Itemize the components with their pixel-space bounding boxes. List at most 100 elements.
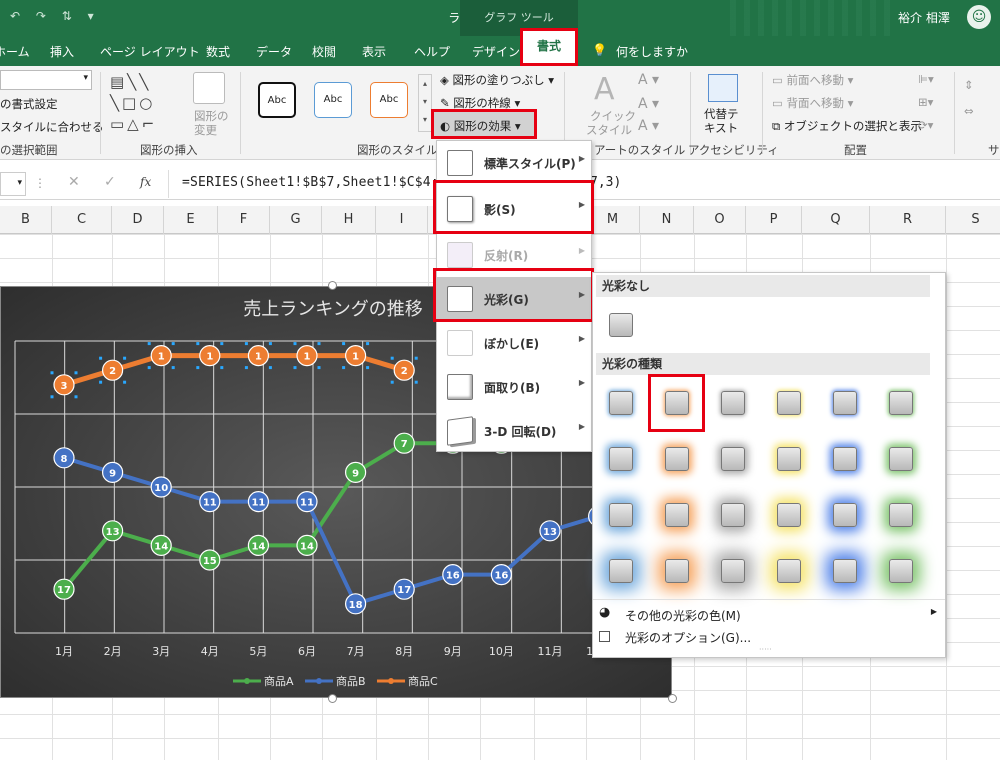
- col-header-p[interactable]: P: [746, 206, 802, 234]
- glow-options[interactable]: 光彩のオプション(G)...: [625, 629, 751, 646]
- shape-fill-button[interactable]: ◈ 図形の塗りつぶし ▾: [440, 72, 554, 88]
- glow-swatch[interactable]: [721, 503, 745, 527]
- chart-resize-handle-bottom[interactable]: [328, 694, 337, 703]
- selection-marker: [366, 342, 370, 346]
- col-header-m[interactable]: M: [586, 206, 640, 234]
- menu-item-3d-rotation[interactable]: 3-D 回転(D) ▶: [437, 409, 593, 453]
- selection-pane-button[interactable]: ⧉ オブジェクトの選択と表示: [772, 118, 922, 134]
- glow-swatch[interactable]: [889, 391, 913, 415]
- col-header-g[interactable]: G: [270, 206, 322, 234]
- col-header-e[interactable]: E: [164, 206, 218, 234]
- tab-design[interactable]: デザイン: [472, 43, 520, 60]
- glow-swatch[interactable]: [777, 503, 801, 527]
- name-box-dropdown[interactable]: ▾: [0, 172, 26, 196]
- chart-resize-handle-corner[interactable]: [668, 694, 677, 703]
- col-header-s[interactable]: S: [946, 206, 1000, 234]
- col-header-h[interactable]: H: [322, 206, 376, 234]
- chart-element-select[interactable]: ▾: [0, 70, 92, 90]
- menu-item-label: 面取り(B): [484, 381, 541, 395]
- edit-shape-icon[interactable]: [193, 72, 225, 104]
- tab-page-layout[interactable]: ページ レイアウト: [100, 43, 200, 60]
- glow-swatch[interactable]: [889, 503, 913, 527]
- glow-swatch[interactable]: [721, 559, 745, 583]
- glow-swatch[interactable]: [721, 447, 745, 471]
- glow-swatch[interactable]: [889, 447, 913, 471]
- col-header-f[interactable]: F: [218, 206, 270, 234]
- bring-forward-button[interactable]: ▭ 前面へ移動 ▾: [772, 72, 853, 88]
- enter-icon[interactable]: ✓: [104, 174, 116, 190]
- tab-format[interactable]: 書式: [520, 28, 578, 66]
- selection-marker: [74, 371, 78, 375]
- no-glow-swatch[interactable]: [609, 313, 633, 337]
- menu-item-bevel[interactable]: 面取り(B) ▶: [437, 365, 593, 409]
- glow-swatch[interactable]: [777, 391, 801, 415]
- text-fill-icon: A ▾: [638, 72, 660, 88]
- tab-formulas[interactable]: 数式: [206, 43, 230, 60]
- col-header-o[interactable]: O: [694, 206, 746, 234]
- style-gallery-scroll[interactable]: ▴ ▾ ▾: [418, 74, 432, 132]
- more-glow-colors[interactable]: その他の光彩の色(M): [625, 607, 741, 624]
- glow-swatch[interactable]: [889, 559, 913, 583]
- shapes-gallery[interactable]: ▤╲╲ ╲□○ ▭△⌐: [110, 72, 180, 134]
- reset-style-button[interactable]: スタイルに合わせる: [0, 119, 104, 135]
- glow-swatch[interactable]: [833, 559, 857, 583]
- glow-swatch[interactable]: [609, 391, 633, 415]
- menu-item-preset[interactable]: 標準スタイル(P) ▶: [437, 141, 593, 185]
- col-header-d[interactable]: D: [112, 206, 164, 234]
- glow-swatch[interactable]: [833, 503, 857, 527]
- tab-home[interactable]: ホーム: [0, 43, 30, 60]
- menu-item-label: ぼかし(E): [484, 337, 540, 351]
- series-line-商品A[interactable]: [62, 441, 502, 591]
- glow-swatch[interactable]: [665, 559, 689, 583]
- shape-style-blue[interactable]: Abc: [314, 82, 352, 118]
- shape-style-black[interactable]: Abc: [258, 82, 296, 118]
- group-icon[interactable]: ⊞▾: [918, 95, 933, 109]
- 3d-rotation-icon: [447, 416, 473, 446]
- chart-title[interactable]: 売上ランキングの推移: [243, 299, 422, 320]
- series-line-商品B[interactable]: [63, 455, 600, 606]
- align-icon[interactable]: ⊫▾: [918, 72, 934, 86]
- user-avatar-icon[interactable]: ☺: [967, 5, 991, 29]
- tab-help[interactable]: ヘルプ: [414, 43, 450, 60]
- selection-marker: [74, 395, 78, 399]
- glow-swatch[interactable]: [833, 447, 857, 471]
- data-label: 1: [158, 352, 165, 363]
- glow-swatch[interactable]: [665, 503, 689, 527]
- resize-grip[interactable]: ·····: [759, 645, 772, 654]
- glow-swatch[interactable]: [609, 447, 633, 471]
- alt-text-label-2[interactable]: キスト: [704, 120, 738, 136]
- tab-review[interactable]: 校閲: [312, 43, 336, 60]
- col-header-n[interactable]: N: [640, 206, 694, 234]
- formula-input-tail[interactable]: 7,3): [590, 175, 621, 190]
- legend-marker: [244, 678, 250, 684]
- user-name[interactable]: 裕介 相澤: [898, 9, 950, 26]
- glow-swatch[interactable]: [777, 559, 801, 583]
- cancel-icon[interactable]: ✕: [68, 174, 80, 190]
- col-header-i[interactable]: I: [376, 206, 428, 234]
- ribbon-tabs: ホーム 挿入 ページ レイアウト 数式 データ 校閲 表示 ヘルプ デザイン 💡…: [0, 36, 1000, 66]
- menu-item-soft-edges[interactable]: ぼかし(E) ▶: [437, 321, 593, 365]
- glow-swatch[interactable]: [609, 559, 633, 583]
- tab-insert[interactable]: 挿入: [50, 43, 74, 60]
- data-label: 1: [255, 352, 262, 363]
- col-header-q[interactable]: Q: [802, 206, 870, 234]
- col-header-r[interactable]: R: [870, 206, 946, 234]
- glow-swatch[interactable]: [665, 447, 689, 471]
- col-header-c[interactable]: C: [52, 206, 112, 234]
- send-backward-button[interactable]: ▭ 背面へ移動 ▾: [772, 95, 853, 111]
- tab-view[interactable]: 表示: [362, 43, 386, 60]
- x-tick-label: 6月: [298, 645, 316, 658]
- glow-swatch[interactable]: [721, 391, 745, 415]
- col-header-b[interactable]: B: [0, 206, 52, 234]
- glow-swatch[interactable]: [833, 391, 857, 415]
- tell-me-search[interactable]: 何をしますか: [616, 43, 688, 60]
- tab-data[interactable]: データ: [256, 43, 292, 60]
- chart-resize-handle-top[interactable]: [328, 281, 337, 290]
- insert-function-icon[interactable]: fx: [140, 175, 151, 189]
- format-selection-button[interactable]: の書式設定: [0, 96, 58, 112]
- formula-input[interactable]: =SERIES(Sheet1!$B$7,Sheet1!$C$4:: [182, 175, 439, 190]
- glow-swatch[interactable]: [609, 503, 633, 527]
- shape-style-orange[interactable]: Abc: [370, 82, 408, 118]
- rotate-icon[interactable]: ⟳▾: [918, 118, 933, 132]
- glow-swatch[interactable]: [777, 447, 801, 471]
